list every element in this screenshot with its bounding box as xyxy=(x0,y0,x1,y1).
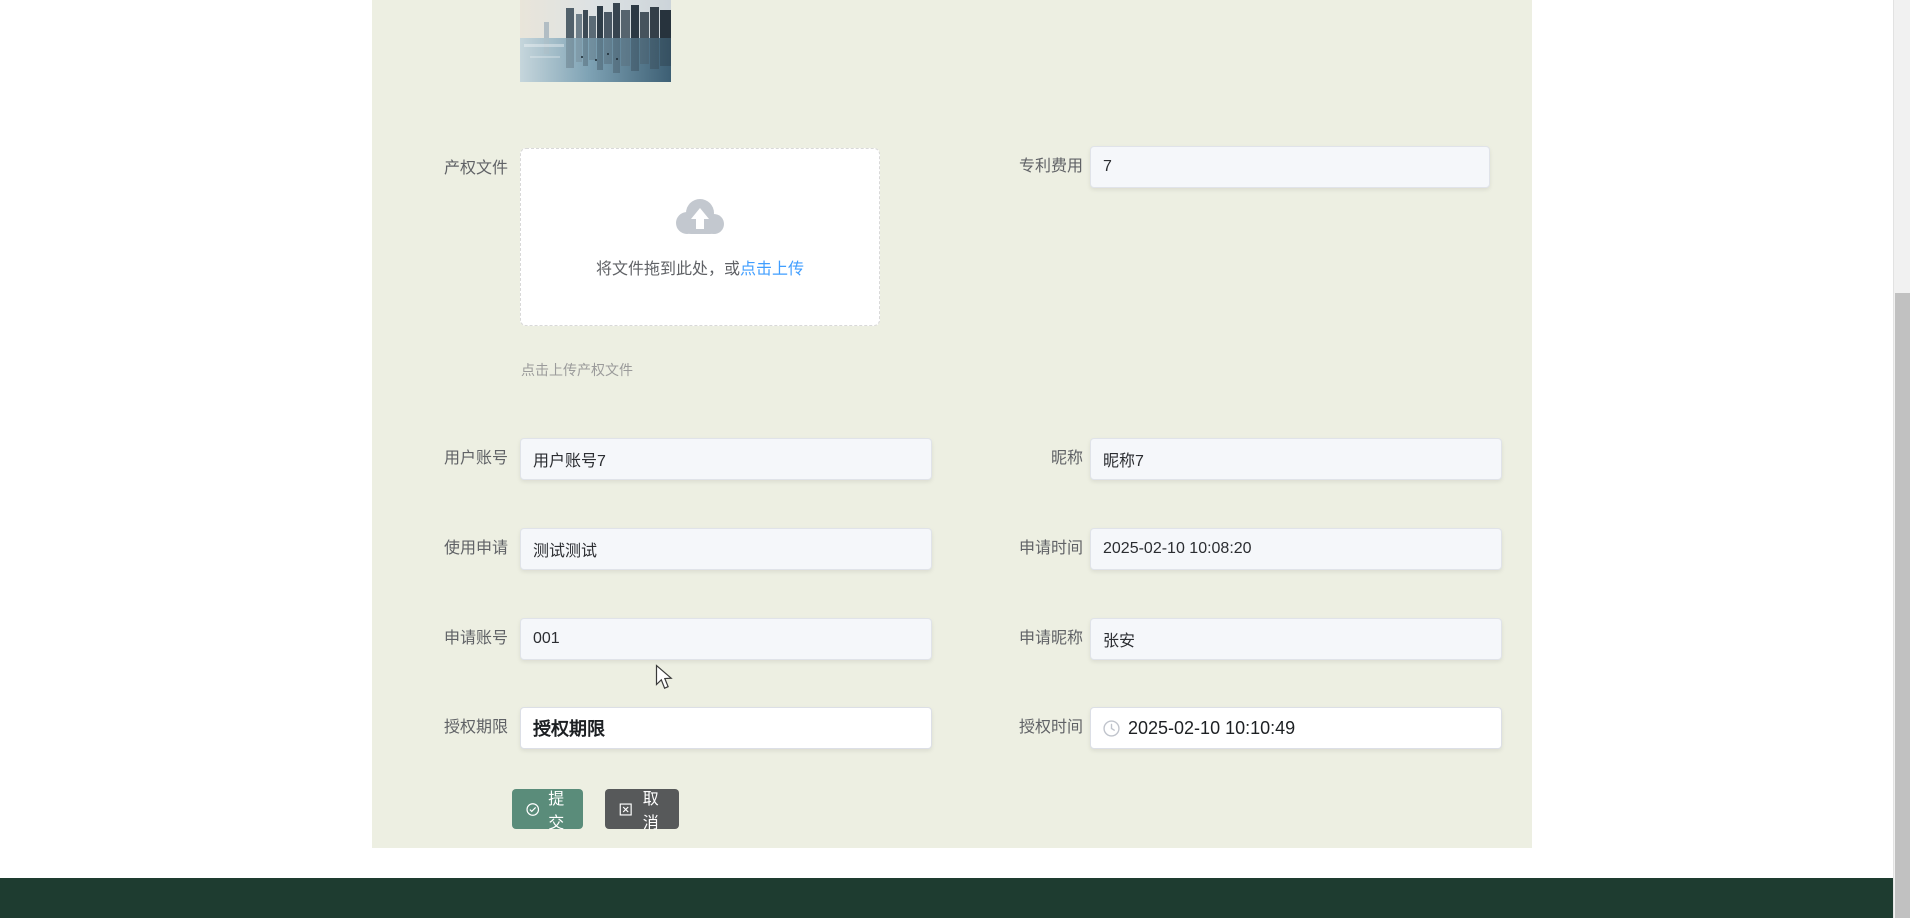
upload-cloud-icon xyxy=(673,195,727,237)
property-photo xyxy=(520,0,671,82)
submit-button[interactable]: 提交 xyxy=(512,789,583,829)
authorization-period-label: 授权期限 xyxy=(368,707,508,749)
page: 产权文件 将文件拖到此处，或点击上传 点击上传产权文件 专利费用 用户账号 xyxy=(0,0,1910,918)
city-skyline-image xyxy=(520,0,671,82)
upload-hint: 点击上传产权文件 xyxy=(521,360,633,380)
nickname-label: 昵称 xyxy=(943,438,1083,480)
submit-label: 提交 xyxy=(544,785,569,833)
cancel-button[interactable]: 取消 xyxy=(605,789,679,829)
apply-time-label: 申请时间 xyxy=(943,528,1083,570)
user-account-field[interactable] xyxy=(520,438,932,480)
apply-time-field[interactable] xyxy=(1090,528,1502,570)
nickname-field[interactable] xyxy=(1090,438,1502,480)
upload-dropzone[interactable]: 将文件拖到此处，或点击上传 xyxy=(520,148,880,326)
footer xyxy=(0,878,1910,918)
apply-nickname-field[interactable] xyxy=(1090,618,1502,660)
apply-account-field[interactable] xyxy=(520,618,932,660)
authorization-time-label: 授权时间 xyxy=(943,707,1083,749)
authorization-time-input[interactable] xyxy=(1128,718,1489,739)
apply-account-label: 申请账号 xyxy=(368,618,508,660)
scrollbar-thumb[interactable] xyxy=(1895,293,1910,918)
user-account-input[interactable] xyxy=(533,450,919,468)
patent-fee-field[interactable] xyxy=(1090,146,1490,188)
nickname-input[interactable] xyxy=(1103,450,1489,468)
clock-icon xyxy=(1103,720,1120,737)
authorization-period-input[interactable] xyxy=(533,718,919,739)
form-panel: 产权文件 将文件拖到此处，或点击上传 点击上传产权文件 专利费用 用户账号 xyxy=(372,0,1532,848)
close-square-icon xyxy=(619,802,632,817)
apply-account-input[interactable] xyxy=(533,630,919,648)
usage-application-label: 使用申请 xyxy=(368,528,508,570)
user-account-label: 用户账号 xyxy=(368,438,508,480)
upload-label: 产权文件 xyxy=(368,148,508,190)
drop-text: 将文件拖到此处，或 xyxy=(596,261,740,278)
upload-link[interactable]: 点击上传 xyxy=(740,261,804,278)
usage-application-input[interactable] xyxy=(533,540,919,558)
patent-fee-input[interactable] xyxy=(1103,158,1477,176)
cancel-label: 取消 xyxy=(636,785,665,833)
usage-application-field[interactable] xyxy=(520,528,932,570)
scrollbar[interactable] xyxy=(1893,0,1910,918)
apply-nickname-label: 申请昵称 xyxy=(943,618,1083,660)
check-circle-icon xyxy=(526,801,540,818)
authorization-time-field[interactable] xyxy=(1090,707,1502,749)
apply-time-input[interactable] xyxy=(1103,540,1489,558)
apply-nickname-input[interactable] xyxy=(1103,630,1489,648)
authorization-period-field[interactable] xyxy=(520,707,932,749)
patent-fee-label: 专利费用 xyxy=(943,146,1083,188)
